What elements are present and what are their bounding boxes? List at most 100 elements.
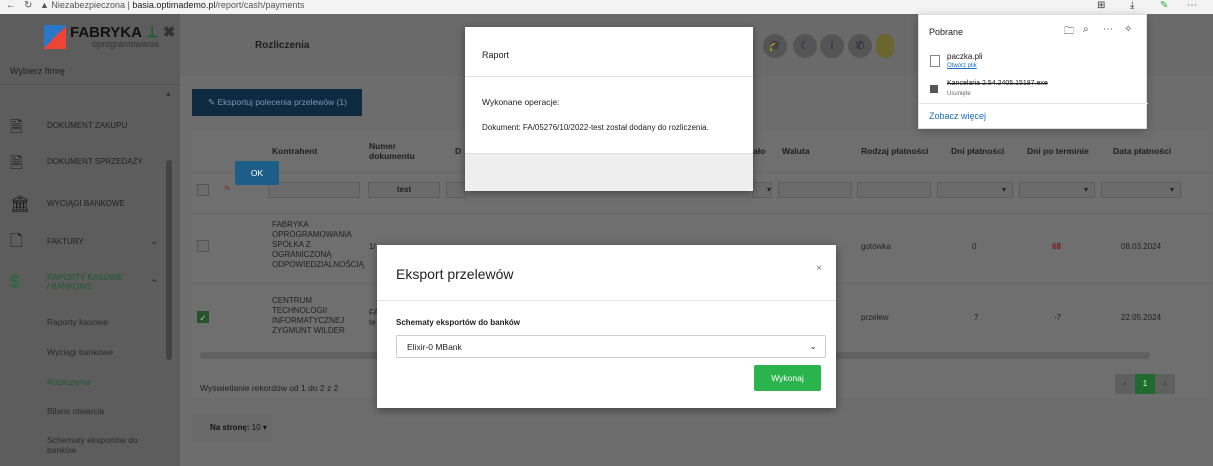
sidebar-scrollbar[interactable] (166, 160, 172, 360)
col-d[interactable]: D (455, 146, 461, 156)
downloads-divider (919, 103, 1148, 104)
extension-icon[interactable]: ✎ (1160, 0, 1168, 11)
bank-icon: 🏛 (10, 196, 31, 213)
col-payment-type[interactable]: Rodzaj płatności (861, 146, 929, 156)
row1-days-overdue: 68 (1052, 242, 1061, 251)
filter-days-payment[interactable]: ▾ (937, 182, 1013, 198)
logo-mark (44, 25, 66, 49)
filter-payment-type[interactable] (857, 182, 931, 198)
report-line-document: Dokument: FA/05276/10/2022-test został d… (482, 123, 709, 132)
refresh-icon[interactable]: ↻ (24, 0, 32, 11)
report-modal-title: Raport (465, 27, 753, 77)
sidebar-item-bank-statements[interactable]: 🏛 WYCIĄGI BANKOWE (0, 189, 170, 225)
filter-currency[interactable] (778, 182, 852, 198)
filter-doc-number[interactable]: test (368, 182, 440, 198)
filter-contractor[interactable] (268, 182, 360, 198)
sidebar-item-purchase[interactable]: 🗎 DOKUMENT ZAKUPU (0, 108, 170, 144)
sidebar-item-label: FAKTURY (47, 237, 84, 246)
more-icon[interactable]: ⋯ (1103, 24, 1113, 35)
row2-doc-number-cont: te (369, 318, 376, 327)
moon-icon[interactable]: ☾ (793, 34, 817, 58)
chevron-up-icon: ⌃ (150, 278, 158, 288)
pin-icon[interactable]: ✧ (1124, 24, 1132, 35)
eraser-icon[interactable]: ✎ (224, 184, 231, 193)
bank-scheme-value: Elixir-0 MBank (407, 342, 462, 352)
col-currency[interactable]: Waluta (782, 146, 810, 156)
col-payment-date[interactable]: Data płatności (1113, 146, 1171, 156)
row1-days-payment: 0 (972, 242, 977, 251)
sidebar-item-invoices[interactable]: 🗋 FAKTURY ⌄ (0, 228, 170, 264)
phone-icon[interactable]: ✆ (848, 34, 872, 58)
col-days-overdue[interactable]: Dni po terminie (1027, 146, 1089, 156)
close-icon[interactable]: × (816, 263, 822, 274)
filter-payment-date[interactable]: ▾ (1101, 182, 1181, 198)
dollar-icon: $ (10, 272, 20, 291)
downloads-panel: Pobrane 🗀 ⌕ ⋯ ✧ paczka.pli Otwórz plik K… (918, 14, 1148, 129)
ok-button[interactable]: OK (235, 161, 279, 185)
col-doc-number[interactable]: Numer dokumentu (369, 141, 417, 161)
row2-days-payment: 7 (974, 313, 979, 322)
file-icon (930, 55, 940, 67)
document-icon: 🗎 (10, 119, 23, 136)
document-icon: 🗎 (10, 155, 23, 172)
graduation-icon[interactable]: 🎓 (763, 34, 787, 58)
filter-d[interactable] (446, 182, 466, 198)
select-all-checkbox[interactable] (197, 184, 209, 196)
chevron-down-icon: ⌄ (150, 236, 158, 246)
sidebar-subitem-cash[interactable]: Raporty kasowe (47, 317, 108, 327)
per-page-value: 10 (251, 423, 261, 432)
page-current[interactable]: 1 (1135, 374, 1155, 394)
open-file-link[interactable]: Otwórz plik (947, 63, 977, 69)
sidebar-subitem-schemes[interactable]: Schematy eksportów do banków (47, 435, 157, 455)
row2-payment-date: 22.05.2024 (1121, 313, 1162, 322)
row1-payment-type: gotówka (861, 242, 891, 251)
sidebar-item-cash-reports[interactable]: $ RAPORTY KASOWE / BANKOWE ⌃ (0, 270, 170, 306)
reader-icon[interactable]: ⊞ (1097, 0, 1105, 11)
info-icon[interactable]: i (820, 34, 844, 58)
row1-doc-number: 1/ (369, 242, 376, 251)
exe-icon (930, 85, 938, 93)
sidebar-subitem-bank[interactable]: Wyciągi bankowe (47, 347, 113, 357)
bank-scheme-select[interactable]: Elixir-0 MBank ⌄ (396, 335, 826, 358)
col-paid[interactable]: ało (753, 146, 765, 156)
export-modal: Eksport przelewów × Schematy eksportów d… (377, 245, 836, 408)
download-name[interactable]: paczka.pli (947, 52, 983, 61)
filter-days-overdue[interactable]: ▾ (1019, 182, 1095, 198)
search-icon[interactable]: ⌕ (1083, 24, 1089, 35)
sidebar-item-sale[interactable]: 🗎 DOKUMENT SPRZEDAŻY (0, 144, 170, 180)
sidebar-subitem-settlements[interactable]: Rozliczenia (47, 377, 90, 387)
records-status: Wyświetlanie rekordów od 1 do 2 z 2 (200, 383, 339, 393)
close-sidebar-icon[interactable]: ✖ (163, 24, 176, 41)
url-path: /report/cash/payments (215, 0, 305, 10)
insecure-label: Niezabezpieczona (51, 0, 125, 10)
see-more-link[interactable]: Zobacz więcej (929, 111, 986, 121)
sidebar-collapse-icon[interactable]: ▲ (165, 91, 172, 98)
logo-subtitle: oprogramowania (92, 39, 160, 49)
col-days-payment[interactable]: Dni płatności (951, 146, 1004, 156)
row-checkbox-checked[interactable]: ✓ (197, 311, 209, 323)
row-checkbox[interactable] (197, 240, 209, 252)
filter-paid[interactable]: ▾ (752, 182, 772, 198)
report-modal: Raport Wykonane operacje: Dokument: FA/0… (465, 27, 753, 191)
page-title: Rozliczenia (255, 40, 310, 51)
export-transfers-button[interactable]: ✎ Eksportuj polecenia przelewów (1) (192, 89, 362, 116)
address-bar[interactable]: ▲ Niezabezpieczona | basia.optimademo.pl… (40, 0, 304, 10)
menu-icon[interactable]: ⋯ (1187, 0, 1197, 11)
per-page-select[interactable]: Na stronę: 10 ▾ (192, 415, 272, 441)
back-icon[interactable]: ← (6, 0, 16, 11)
next-page-icon[interactable]: › (1155, 374, 1175, 394)
report-line-operations: Wykonane operacje: (482, 97, 560, 107)
download-name-removed: Kancelaria 2.54.2405.15187.exe (947, 80, 1048, 87)
row2-days-overdue: -7 (1054, 313, 1062, 322)
col-contractor[interactable]: Kontrahent (272, 146, 317, 156)
user-icon[interactable] (876, 34, 894, 58)
bank-scheme-label: Schematy eksportów do banków (396, 318, 521, 327)
firm-select[interactable]: Wybierz firmę (0, 60, 180, 85)
file-icon: 🗋 (10, 233, 23, 250)
download-icon[interactable]: ⤓ (1130, 0, 1134, 11)
prev-page-icon[interactable]: ‹ (1115, 374, 1135, 394)
sidebar-subitem-opening[interactable]: Bilans otwarcia (47, 406, 104, 416)
execute-button[interactable]: Wykonaj (754, 365, 821, 391)
table-divider (192, 213, 1212, 214)
folder-icon[interactable]: 🗀 (1064, 24, 1074, 41)
